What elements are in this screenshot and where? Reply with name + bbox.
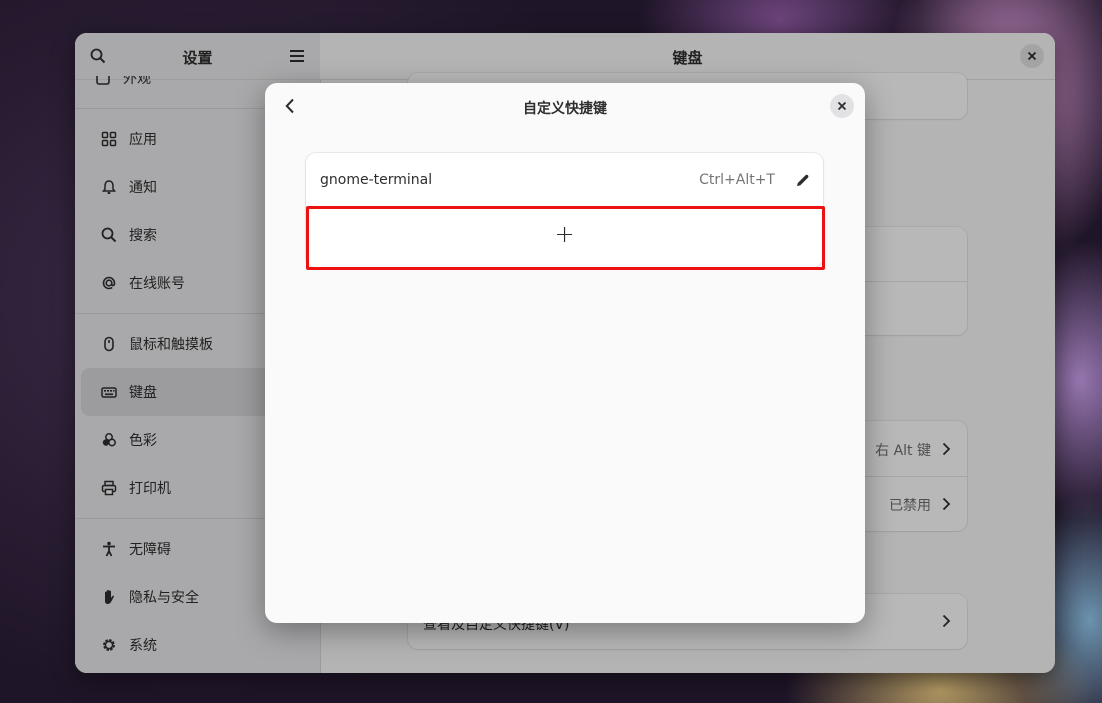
dialog-close-button[interactable] [830, 94, 854, 118]
custom-shortcuts-dialog: 自定义快捷键 gnome-terminal Ctrl+Alt+T + [265, 83, 865, 623]
shortcut-name: gnome-terminal [320, 172, 433, 188]
close-icon [837, 101, 847, 111]
shortcut-accel: Ctrl+Alt+T [699, 172, 775, 188]
pencil-icon [796, 174, 808, 186]
shortcut-row[interactable]: gnome-terminal Ctrl+Alt+T [306, 153, 823, 208]
edit-shortcut-button[interactable] [787, 165, 817, 195]
highlight-box [306, 206, 825, 270]
dialog-title: 自定义快捷键 [523, 101, 607, 117]
